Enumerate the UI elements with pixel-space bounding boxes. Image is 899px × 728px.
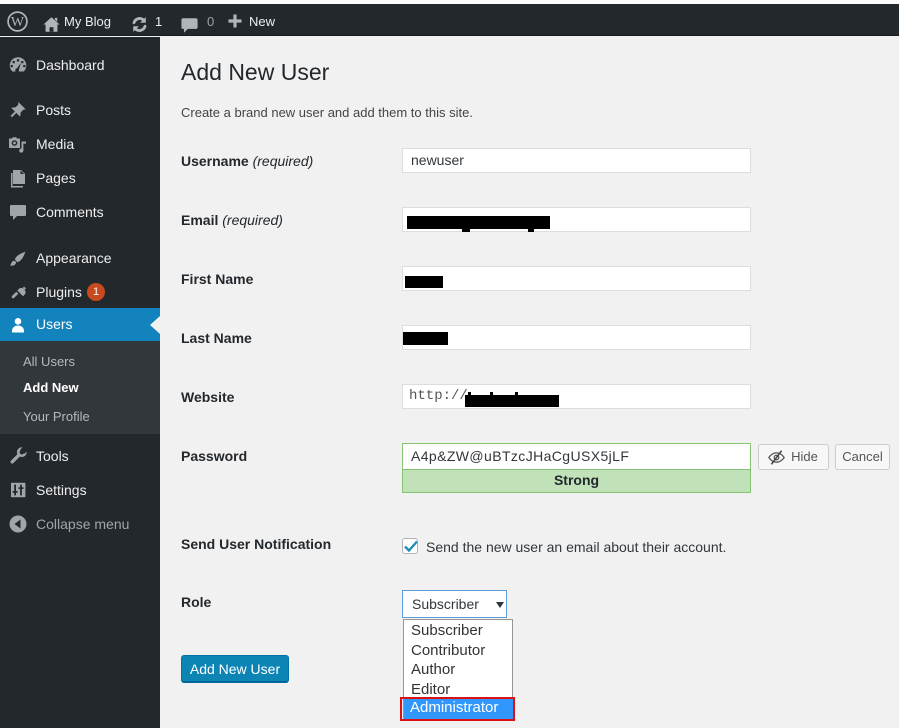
svg-text:W: W <box>11 15 25 30</box>
